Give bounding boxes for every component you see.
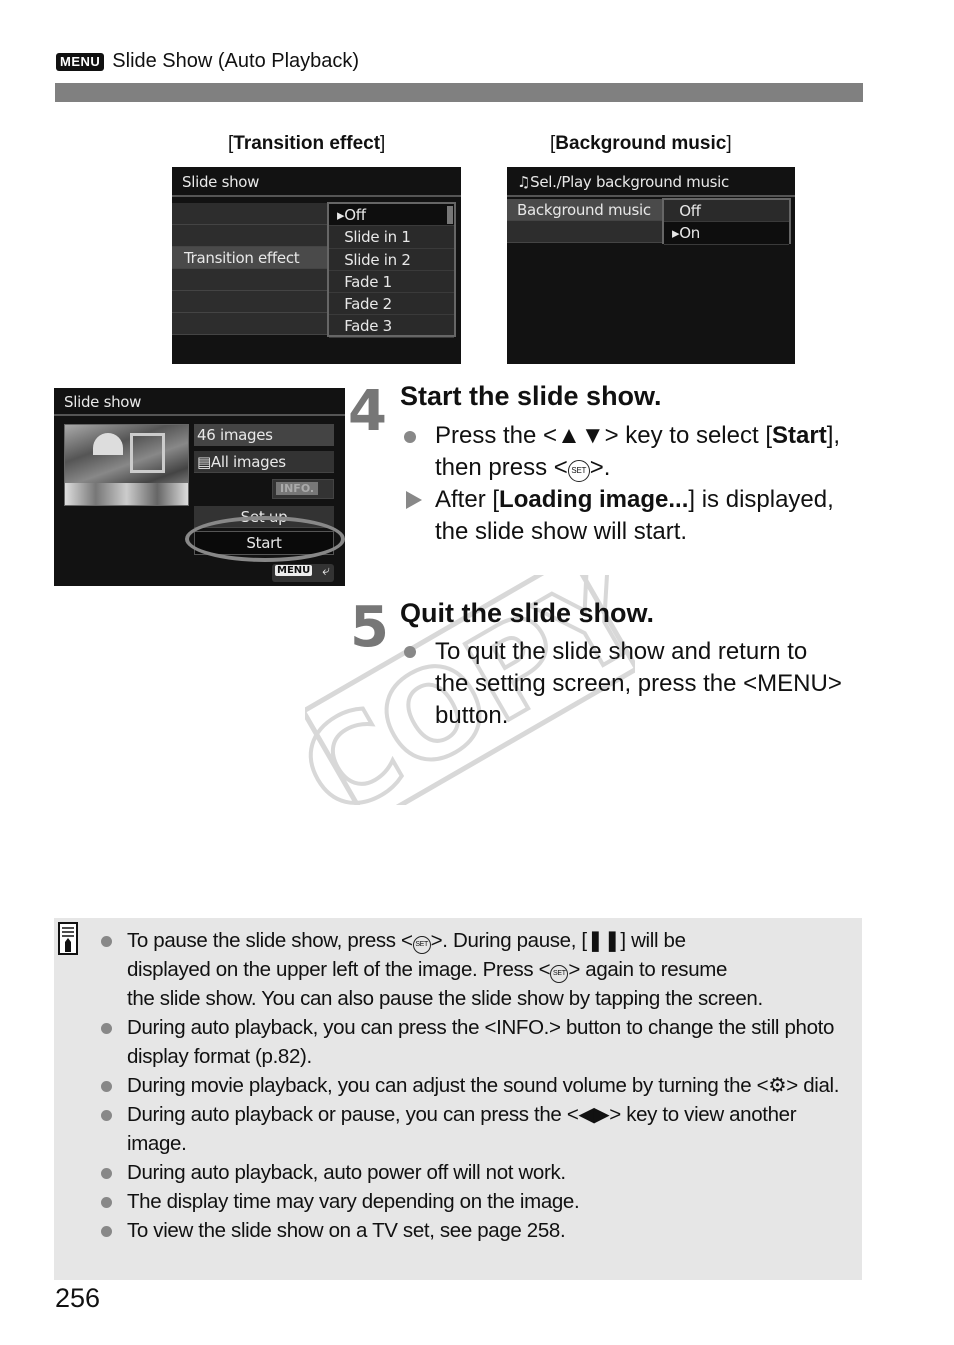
note-item: During auto playback, you can press the … [54, 1013, 862, 1071]
notes-list: To pause the slide show, press < SET >. Du… [54, 926, 862, 1245]
option-off[interactable]: ▸Off [329, 204, 454, 227]
filter-row[interactable]: ▤All images [194, 451, 334, 473]
header-divider-bar [55, 83, 863, 102]
option-fade-1[interactable]: Fade 1 [329, 271, 454, 294]
bullet-icon [404, 646, 416, 658]
option-slide-in-2[interactable]: Slide in 2 [329, 249, 454, 271]
section-header: MENU Slide Show (Auto Playback) [56, 50, 359, 73]
step-number-4: 4 [348, 379, 387, 444]
lcd-row [172, 313, 332, 335]
option-fade-2[interactable]: Fade 2 [329, 293, 454, 316]
page-number: 256 [55, 1283, 101, 1313]
menu-icon: MENU [56, 52, 105, 71]
caption-text: Transition effect [233, 133, 381, 154]
info-button[interactable]: INFO. [272, 479, 334, 499]
set-button-icon: SET [412, 936, 431, 954]
lcd-row [172, 269, 332, 291]
step-4-instruction: Press the <▲▼> key to select [Start], th… [435, 422, 841, 482]
lcd-row-label: Transition effect [184, 249, 300, 267]
music-note-icon: ♫ [517, 173, 531, 191]
step-5-title: Quit the slide show. [400, 598, 655, 628]
section-title: Slide Show (Auto Playback) [112, 50, 360, 72]
notes-box: To pause the slide show, press < SET >. Du… [54, 918, 862, 1280]
lcd-screen-transition-effect: Slide show Transition effect ▸Off Slide … [172, 167, 461, 364]
lcd-row [507, 221, 667, 243]
step-4-title: Start the slide show. [400, 381, 662, 411]
scrollbar[interactable] [447, 206, 453, 224]
lcd-row-background-music[interactable]: Background music [507, 199, 667, 221]
note-item: To view the slide show on a TV set, see … [54, 1216, 862, 1245]
bullet-icon [404, 431, 416, 443]
option-on[interactable]: ▸On [664, 222, 789, 245]
highlight-ellipse [185, 516, 345, 562]
caption-text: Background music [555, 133, 727, 154]
image-count: 46 images [197, 426, 273, 444]
lcd-row [172, 225, 332, 247]
menu-back-button[interactable]: MENU ⤶ [272, 563, 334, 582]
filter-label: All images [210, 453, 286, 471]
lcd-row [172, 291, 332, 313]
note-item: During auto playback, auto power off wil… [54, 1158, 862, 1187]
note-item: The display time may vary depending on t… [54, 1187, 862, 1216]
caption-background-music: [Background music] [550, 133, 732, 154]
lcd-row [172, 203, 332, 225]
lcd-screen-background-music: ♫Sel./Play background music Background m… [507, 167, 795, 364]
set-button-icon: SET [550, 965, 569, 983]
set-button-icon: SET [567, 460, 590, 482]
thumbnail-image [64, 424, 189, 506]
lcd-screen-slideshow: Slide show 46 images ▤All images INFO. S… [54, 388, 345, 586]
lcd-title-text: Sel./Play background music [530, 173, 729, 191]
info-label: INFO. [276, 482, 319, 495]
note-item: To pause the slide show, press < SET >. Du… [54, 926, 862, 1013]
lcd-title: Slide show [172, 167, 461, 197]
return-arrow-icon: ⤶ [322, 563, 330, 579]
caption-transition-effect: [Transition effect] [228, 133, 386, 154]
option-off[interactable]: Off [664, 200, 789, 223]
menu-icon: MENU [275, 565, 313, 576]
lcd-title: Slide show [54, 388, 345, 416]
option-slide-in-1[interactable]: Slide in 1 [329, 226, 454, 249]
lcd-row-transition-effect[interactable]: Transition effect [172, 247, 332, 269]
up-down-key-icon: ▲▼ [557, 422, 605, 449]
lcd-title: ♫Sel./Play background music [507, 167, 795, 197]
result-arrow-icon [406, 491, 422, 509]
image-count-row: 46 images [194, 424, 334, 446]
option-fade-3[interactable]: Fade 3 [329, 315, 454, 338]
note-item: During movie playback, you can adjust th… [54, 1071, 862, 1100]
music-options-popup: Off ▸On [662, 198, 791, 245]
step-number-5: 5 [350, 595, 389, 660]
lcd-row-label: Background music [517, 201, 651, 219]
images-stack-icon: ▤ [197, 453, 211, 471]
transition-options-popup: ▸Off Slide in 1 Slide in 2 Fade 1 Fade 2… [327, 202, 456, 338]
step-5-instruction: To quit the slide show and return to the … [435, 638, 842, 729]
step-4-result: After [Loading image...] is displayed, t… [435, 486, 834, 545]
note-item: During auto playback or pause, you can p… [54, 1100, 862, 1158]
